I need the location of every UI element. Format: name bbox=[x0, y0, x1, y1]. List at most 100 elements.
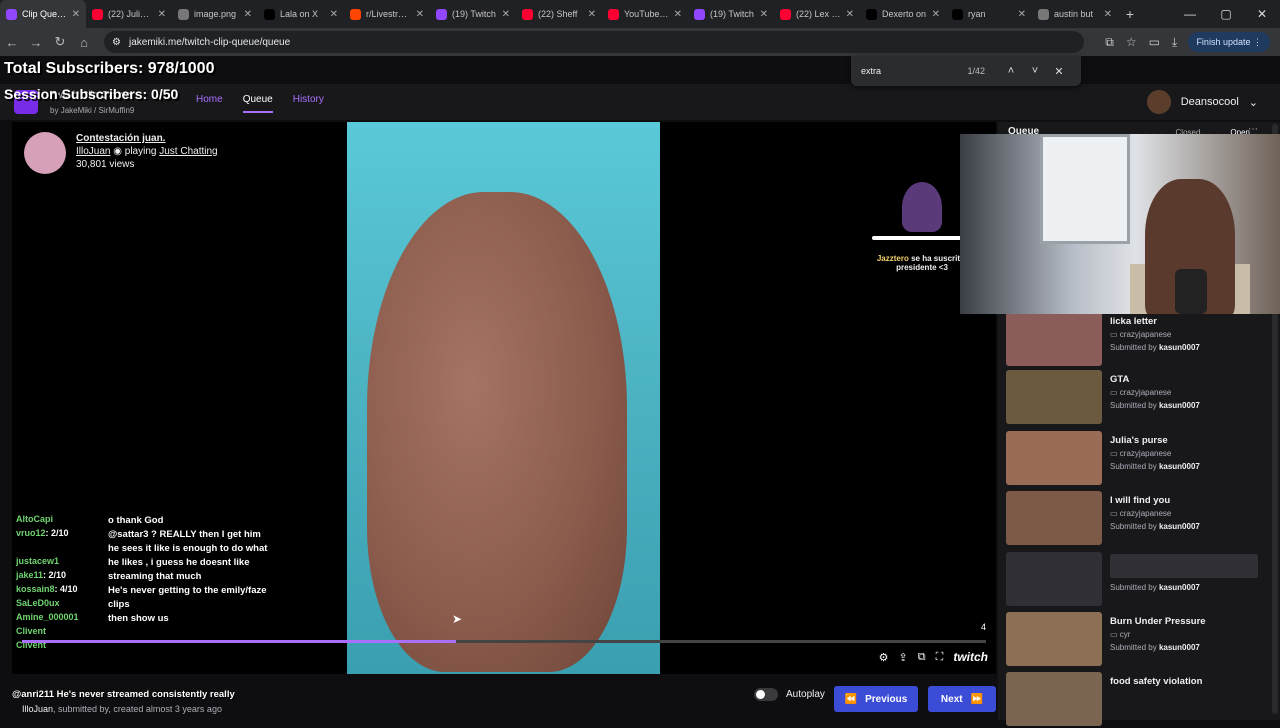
game-link[interactable]: Just Chatting bbox=[159, 146, 217, 157]
forward-icon[interactable]: → bbox=[24, 35, 48, 50]
author-link[interactable]: SirMuffin9 bbox=[98, 106, 134, 115]
finish-update-button[interactable]: Finish update ⋮ bbox=[1188, 32, 1270, 52]
queue-item-channel: ▭ crazyjapanese bbox=[1110, 388, 1171, 397]
browser-tab[interactable]: (22) Julia G ✕ bbox=[86, 0, 172, 28]
browser-tab[interactable]: (19) Twitch ✕ bbox=[688, 0, 774, 28]
submitter-name: kasun0007 bbox=[1158, 462, 1200, 471]
clip-thumbnail[interactable] bbox=[1006, 312, 1102, 366]
minimize-icon[interactable]: — bbox=[1172, 0, 1208, 28]
settings-icon[interactable]: ⚙ bbox=[879, 651, 889, 664]
clip-views: 30,801 views bbox=[76, 159, 135, 170]
previous-label: Previous bbox=[865, 693, 908, 705]
install-icon[interactable]: ⧉ bbox=[1105, 35, 1114, 50]
nav-history[interactable]: History bbox=[293, 94, 324, 113]
find-next-icon[interactable]: ˅ bbox=[1023, 65, 1047, 77]
toggle-switch[interactable] bbox=[754, 688, 778, 701]
back-icon[interactable]: ← bbox=[0, 35, 24, 50]
find-close-icon[interactable]: ✕ bbox=[1047, 65, 1071, 78]
browser-tab[interactable]: Dexerto on ✕ bbox=[860, 0, 946, 28]
theater-icon[interactable]: ⧉ bbox=[918, 651, 926, 664]
maximize-icon[interactable]: ▢ bbox=[1208, 0, 1244, 28]
clip-title[interactable]: Contestación juan. bbox=[76, 132, 218, 145]
browser-tab[interactable]: (22) Sheff ✕ bbox=[516, 0, 602, 28]
extensions-icon[interactable]: ▭ bbox=[1149, 35, 1160, 49]
browser-tab[interactable]: r/Livestream ✕ bbox=[344, 0, 430, 28]
queue-item[interactable]: Submitted by kasun0007 bbox=[1006, 552, 1272, 608]
twitch-logo[interactable]: twitch bbox=[953, 650, 988, 664]
chat-user: kossain8 bbox=[16, 584, 55, 594]
queue-item[interactable]: GTA ▭ crazyjapanese Submitted by kasun0007 bbox=[1006, 370, 1272, 426]
tab-close-icon[interactable]: ✕ bbox=[846, 9, 854, 20]
channel-name: cyr bbox=[1119, 630, 1131, 639]
reload-icon[interactable]: ↻ bbox=[48, 34, 72, 50]
tab-close-icon[interactable]: ✕ bbox=[760, 9, 768, 20]
site-info-icon[interactable]: ⚙ bbox=[112, 37, 121, 48]
share-icon[interactable]: ⇪ bbox=[899, 651, 908, 664]
main-nav: Home Queue History bbox=[196, 94, 324, 113]
tab-close-icon[interactable]: ✕ bbox=[502, 9, 510, 20]
tab-close-icon[interactable]: ✕ bbox=[72, 9, 80, 20]
chat-user: SaLeD0ux bbox=[16, 598, 60, 608]
find-input[interactable]: extra bbox=[861, 66, 967, 76]
find-prev-icon[interactable]: ˄ bbox=[999, 65, 1023, 77]
author-link[interactable]: JakeMiki bbox=[61, 106, 92, 115]
browser-tab[interactable]: Lala on X ✕ bbox=[258, 0, 344, 28]
chat-text: 4/10 bbox=[60, 584, 78, 594]
tab-close-icon[interactable]: ✕ bbox=[674, 9, 682, 20]
previous-button[interactable]: ⏪ Previous bbox=[834, 686, 918, 712]
queue-item[interactable]: licka letter ▭ crazyjapanese Submitted by … bbox=[1006, 312, 1272, 368]
tab-close-icon[interactable]: ✕ bbox=[330, 9, 338, 20]
browser-tab[interactable]: austin but ✕ bbox=[1032, 0, 1118, 28]
clip-thumbnail[interactable] bbox=[1006, 370, 1102, 424]
submitter-name: kasun0007 bbox=[1158, 522, 1200, 531]
total-subs-overlay: Total Subscribers: 978/1000 bbox=[4, 60, 215, 77]
queue-item[interactable]: Julia's purse ▭ crazyjapanese Submitted by… bbox=[1006, 431, 1272, 487]
queue-item[interactable]: I will find you ▭ crazyjapanese Submitted … bbox=[1006, 491, 1272, 547]
url-field[interactable]: ⚙ jakemiki.me/twitch-clip-queue/queue bbox=[104, 31, 1084, 53]
clip-thumbnail[interactable] bbox=[1006, 491, 1102, 545]
chat-bubble-icon: ▭ bbox=[1110, 449, 1118, 458]
fullscreen-icon[interactable]: ⛶ bbox=[936, 651, 944, 664]
channel-link[interactable]: IlloJuan bbox=[76, 146, 110, 157]
queue-item-channel: ▭ crazyjapanese bbox=[1110, 330, 1171, 339]
close-window-icon[interactable]: ✕ bbox=[1244, 0, 1280, 28]
clip-thumbnail[interactable] bbox=[1006, 552, 1102, 606]
browser-tab[interactable]: (19) Twitch ✕ bbox=[430, 0, 516, 28]
clip-thumbnail[interactable] bbox=[1006, 612, 1102, 666]
tab-close-icon[interactable]: ✕ bbox=[932, 9, 940, 20]
user-menu[interactable]: Deansocool ⌄ bbox=[1146, 90, 1258, 114]
queue-item-title: I will find you bbox=[1110, 495, 1171, 506]
tab-favicon-icon bbox=[780, 8, 791, 20]
home-icon[interactable]: ⌂ bbox=[72, 35, 96, 50]
tab-close-icon[interactable]: ✕ bbox=[1104, 9, 1112, 20]
tab-close-icon[interactable]: ✕ bbox=[158, 9, 166, 20]
browser-tab[interactable]: ryan ✕ bbox=[946, 0, 1032, 28]
address-bar: ← → ↻ ⌂ ⚙ jakemiki.me/twitch-clip-queue/… bbox=[0, 28, 1280, 56]
channel-avatar[interactable] bbox=[24, 132, 66, 174]
next-button[interactable]: Next ⏩ bbox=[928, 686, 996, 712]
tab-close-icon[interactable]: ✕ bbox=[588, 9, 596, 20]
new-tab-icon[interactable]: + bbox=[1118, 6, 1142, 22]
browser-tab[interactable]: YouTube M ✕ bbox=[602, 0, 688, 28]
mouse-cursor-icon: ➤ bbox=[452, 612, 463, 626]
clip-player[interactable]: Contestación juan. IlloJuan ◉ playing Ju… bbox=[12, 122, 996, 674]
tab-close-icon[interactable]: ✕ bbox=[1018, 9, 1026, 20]
clip-thumbnail[interactable] bbox=[1006, 431, 1102, 485]
browser-tab[interactable]: Clip Queue ✕ bbox=[0, 0, 86, 28]
queue-item[interactable]: Burn Under Pressure ▭ cyr Submitted by kas… bbox=[1006, 612, 1272, 668]
byline: by JakeMiki / SirMuffin9 bbox=[50, 106, 135, 115]
browser-tab[interactable]: image.png ✕ bbox=[172, 0, 258, 28]
submitter-link[interactable]: IlloJuan bbox=[22, 704, 53, 714]
nav-queue[interactable]: Queue bbox=[242, 94, 273, 113]
nav-home[interactable]: Home bbox=[196, 94, 223, 113]
clip-thumbnail[interactable] bbox=[1006, 672, 1102, 726]
tab-title: r/Livestream bbox=[366, 9, 411, 19]
bookmark-star-icon[interactable]: ☆ bbox=[1126, 35, 1137, 49]
tab-title: Lala on X bbox=[280, 9, 319, 19]
progress-bar[interactable] bbox=[22, 640, 986, 643]
tab-close-icon[interactable]: ✕ bbox=[244, 9, 252, 20]
autoplay-toggle[interactable]: Autoplay bbox=[754, 688, 825, 701]
download-icon[interactable]: ⤓ bbox=[1172, 35, 1177, 50]
tab-close-icon[interactable]: ✕ bbox=[416, 9, 424, 20]
browser-tab[interactable]: (22) Lex Lu ✕ bbox=[774, 0, 860, 28]
